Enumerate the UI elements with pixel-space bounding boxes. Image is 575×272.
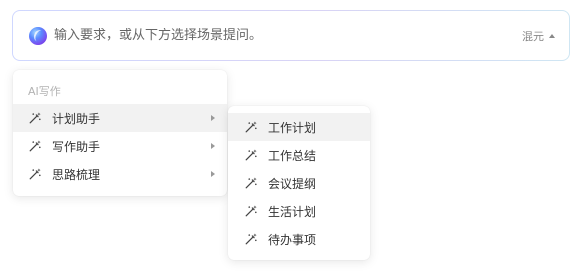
menu-item-plan-assistant[interactable]: 计划助手: [13, 104, 227, 132]
prompt-inner: 混元: [13, 11, 569, 60]
magic-wand-icon: [245, 149, 257, 161]
ai-orb-icon: [29, 26, 47, 45]
magic-wand-icon: [29, 112, 41, 124]
model-select[interactable]: 混元: [522, 28, 555, 44]
plan-submenu: 工作计划 工作总结 会议提纲 生活计划 待办事项: [228, 106, 370, 260]
menu-item-label: 思路梳理: [52, 167, 101, 182]
menu-group-title: AI写作: [28, 85, 61, 98]
prompt-bar: 混元: [12, 10, 570, 61]
submenu-item-work-summary[interactable]: 工作总结: [228, 141, 370, 169]
menu-item-writing-assistant[interactable]: 写作助手: [13, 132, 227, 160]
submenu-item-label: 工作计划: [268, 120, 317, 135]
menu-item-idea-organizing[interactable]: 思路梳理: [13, 160, 227, 188]
submenu-item-work-plan[interactable]: 工作计划: [228, 113, 370, 141]
chevron-right-icon: [211, 115, 215, 121]
magic-wand-icon: [29, 168, 41, 180]
magic-wand-icon: [245, 177, 257, 189]
submenu-item-label: 会议提纲: [268, 176, 317, 191]
magic-wand-icon: [245, 233, 257, 245]
submenu-item-label: 待办事项: [268, 232, 317, 247]
model-label: 混元: [522, 29, 544, 43]
menu-item-label: 写作助手: [52, 139, 101, 154]
chevron-right-icon: [211, 143, 215, 149]
magic-wand-icon: [29, 140, 41, 152]
magic-wand-icon: [245, 121, 257, 133]
submenu-item-label: 生活计划: [268, 204, 317, 219]
submenu-item-label: 工作总结: [268, 148, 317, 163]
caret-up-icon: [549, 33, 555, 38]
submenu-item-todo-list[interactable]: 待办事项: [228, 225, 370, 253]
scenario-menu: AI写作 计划助手 写作助手 思路梳理: [13, 70, 227, 196]
magic-wand-icon: [245, 205, 257, 217]
prompt-input[interactable]: [54, 28, 514, 43]
submenu-item-life-plan[interactable]: 生活计划: [228, 197, 370, 225]
stage: 混元 AI写作 计划助手: [0, 0, 575, 272]
menu-item-label: 计划助手: [52, 111, 101, 126]
submenu-item-meeting-outline[interactable]: 会议提纲: [228, 169, 370, 197]
chevron-right-icon: [211, 171, 215, 177]
